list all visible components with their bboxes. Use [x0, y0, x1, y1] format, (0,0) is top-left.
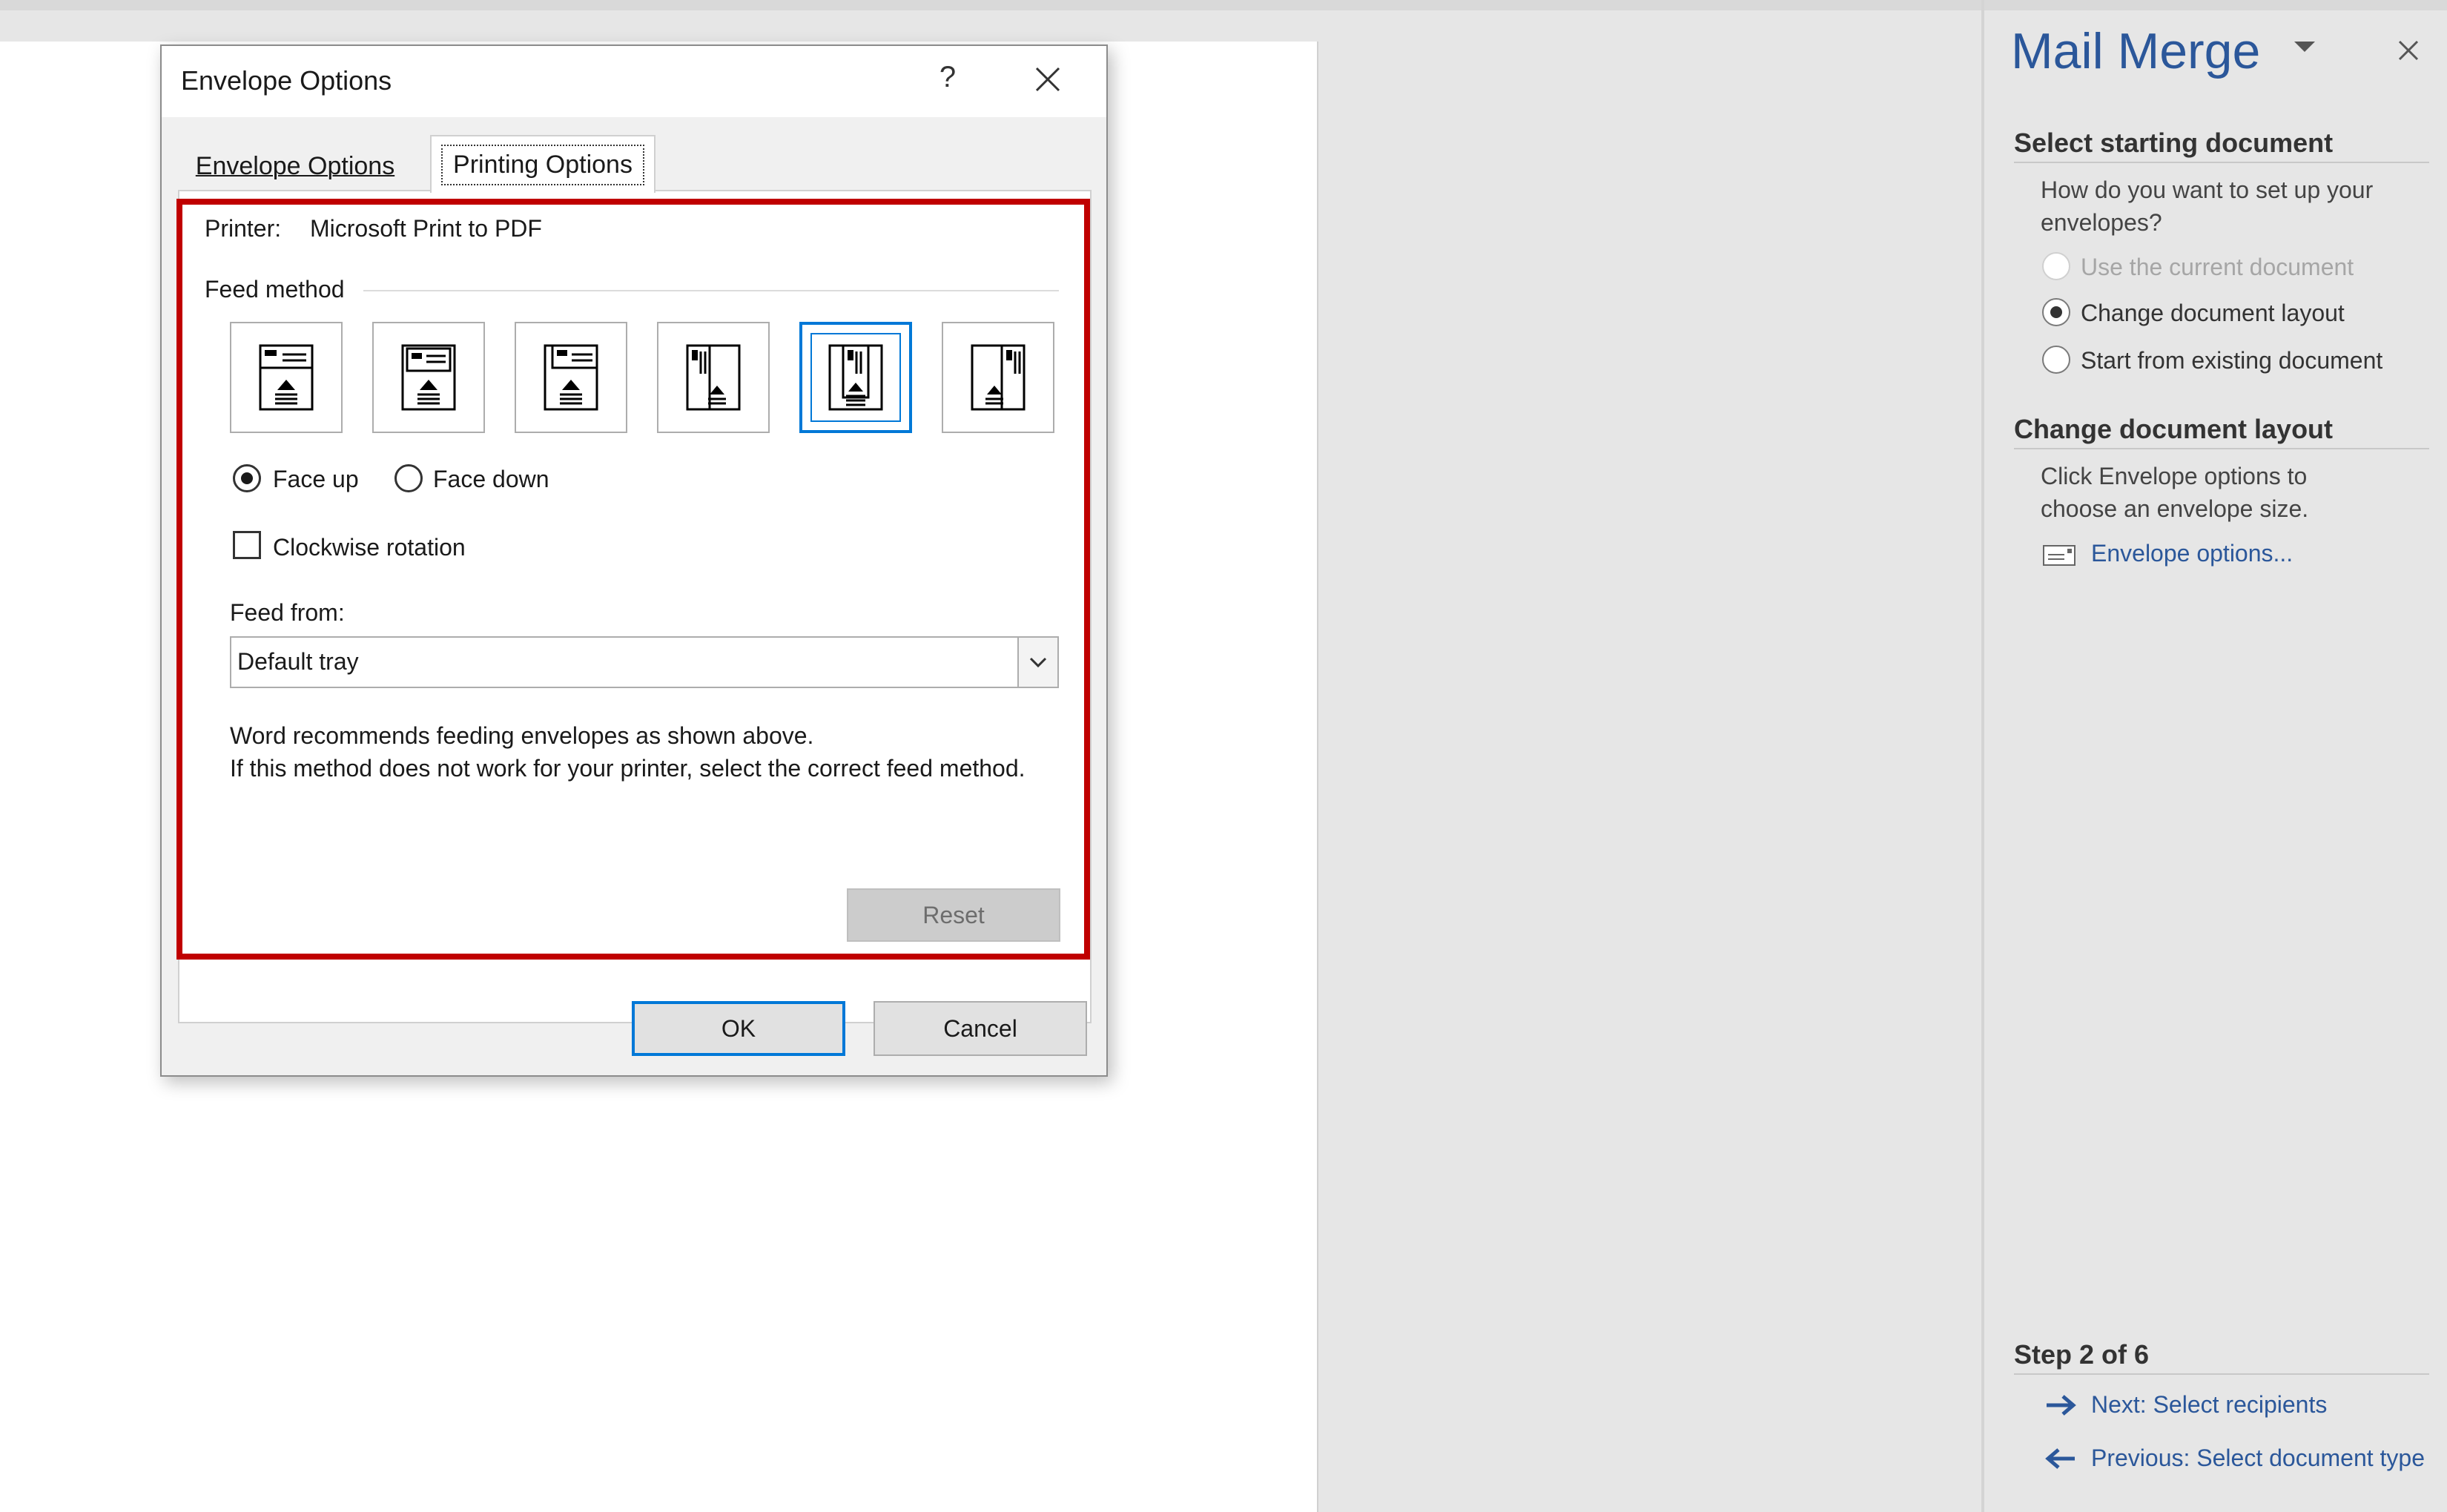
change-layout-instructions: Click Envelope options to choose an enve… [2041, 463, 2309, 522]
feed-method-label: Feed method [205, 276, 345, 303]
change-document-layout-radio[interactable] [2042, 298, 2070, 326]
envelope-horizontal-left-feed-icon [259, 344, 314, 411]
envelope-options-dialog: Envelope Options ? Envelope Options Prin… [160, 44, 1108, 1077]
tab-printing-options[interactable]: Printing Options [430, 135, 655, 193]
window-top-strip [0, 0, 2447, 10]
envelope-vertical-left-feed-icon [686, 344, 741, 411]
setup-question: How do you want to set up your envelopes… [2041, 176, 2374, 236]
close-icon [2398, 40, 2419, 61]
reset-button[interactable]: Reset [847, 888, 1060, 942]
feed-method-option-1[interactable] [230, 322, 343, 433]
previous-select-document-type-link[interactable]: Previous: Select document type [2091, 1445, 2425, 1472]
dropdown-arrow[interactable] [1017, 638, 1057, 687]
pane-divider[interactable] [1981, 0, 1984, 1512]
face-up-radio[interactable] [233, 464, 261, 492]
envelope-vertical-right-feed-icon [971, 344, 1026, 411]
face-down-label[interactable]: Face down [433, 466, 549, 493]
section-divider [2014, 162, 2429, 163]
annotation-highlight-box [176, 199, 1090, 960]
envelope-vertical-center-feed-icon [828, 344, 883, 411]
pane-close-button[interactable] [2389, 31, 2428, 70]
feed-method-option-4[interactable] [657, 322, 770, 433]
clockwise-rotation-label[interactable]: Clockwise rotation [273, 534, 466, 561]
printer-label: Printer: [205, 215, 282, 242]
tab-label: Printing Options [441, 144, 644, 185]
arrow-left-icon [2045, 1448, 2075, 1469]
face-down-radio[interactable] [394, 464, 423, 492]
change-document-layout-label[interactable]: Change document layout [2081, 300, 2345, 327]
section-heading-select-starting-document: Select starting document [2014, 128, 2334, 158]
feed-from-value: Default tray [237, 648, 359, 675]
tab-label: Envelope Options [195, 151, 395, 180]
message-line-2: If this method does not work for your pr… [230, 755, 1026, 782]
printer-value: Microsoft Print to PDF [310, 215, 542, 242]
pane-options-dropdown-icon[interactable] [2294, 42, 2315, 52]
use-current-document-radio[interactable] [2042, 252, 2070, 280]
feed-from-label: Feed from: [230, 599, 345, 626]
feed-method-option-5[interactable] [799, 322, 912, 433]
close-icon [1035, 67, 1060, 92]
help-button[interactable]: ? [925, 61, 970, 94]
envelope-horizontal-center-feed-icon [401, 344, 456, 411]
next-select-recipients-link[interactable]: Next: Select recipients [2091, 1391, 2327, 1419]
step-indicator: Step 2 of 6 [2014, 1339, 2150, 1370]
envelope-horizontal-right-feed-icon [544, 344, 598, 411]
envelope-options-link[interactable]: Envelope options... [2091, 540, 2293, 567]
feed-from-select[interactable]: Default tray [230, 636, 1059, 688]
ok-button[interactable]: OK [632, 1001, 845, 1056]
feed-method-option-2[interactable] [372, 322, 485, 433]
envelope-icon [2043, 545, 2076, 566]
message-line-1: Word recommends feeding envelopes as sho… [230, 722, 814, 749]
start-from-existing-document-label[interactable]: Start from existing document [2081, 347, 2382, 374]
section-divider [2014, 448, 2429, 449]
group-divider [363, 290, 1059, 291]
tab-envelope-options[interactable]: Envelope Options [184, 141, 406, 191]
selected-feed-frame [808, 330, 904, 425]
start-from-existing-document-radio[interactable] [2042, 346, 2070, 374]
arrow-right-icon [2047, 1395, 2076, 1416]
use-current-document-label[interactable]: Use the current document [2081, 254, 2354, 281]
dialog-close-button[interactable] [1022, 58, 1074, 102]
cancel-button[interactable]: Cancel [874, 1001, 1087, 1056]
feed-recommendation-text: Word recommends feeding envelopes as sho… [230, 719, 1046, 785]
section-divider [2014, 1373, 2429, 1375]
feed-method-option-3[interactable] [515, 322, 627, 433]
dialog-title: Envelope Options [181, 65, 392, 96]
section-heading-change-document-layout: Change document layout [2014, 414, 2334, 444]
clockwise-rotation-checkbox[interactable] [233, 531, 261, 559]
chevron-down-icon [1029, 657, 1047, 668]
feed-method-option-6[interactable] [942, 322, 1054, 433]
face-up-label[interactable]: Face up [273, 466, 359, 493]
pane-title: Mail Merge [2011, 23, 2261, 79]
